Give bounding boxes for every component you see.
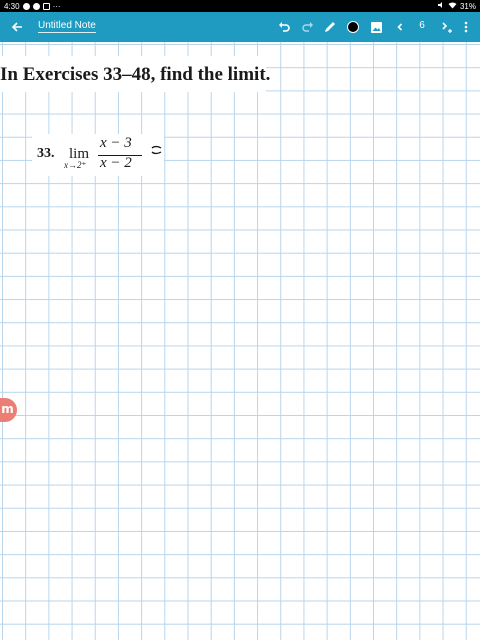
battery-level: 31% bbox=[459, 1, 476, 11]
fraction-numerator: x − 3 bbox=[100, 135, 132, 151]
note-canvas[interactable] bbox=[0, 42, 480, 640]
limit-subscript: x→2⁺ bbox=[64, 160, 87, 170]
status-left: 4:30 ··· bbox=[4, 2, 61, 11]
redo-icon[interactable] bbox=[300, 19, 316, 35]
note-title[interactable]: Untitled Note bbox=[38, 20, 96, 33]
handwritten-equals-stroke bbox=[150, 143, 164, 157]
pen-icon[interactable] bbox=[322, 19, 338, 35]
exercise-number: 33. bbox=[37, 146, 55, 161]
undo-icon[interactable] bbox=[276, 19, 292, 35]
status-time: 4:30 bbox=[4, 1, 20, 11]
more-vert-icon[interactable] bbox=[458, 19, 474, 35]
app-toolbar: Untitled Note 6 bbox=[0, 12, 480, 42]
pen-color-swatch bbox=[347, 21, 359, 33]
color-dot-icon[interactable] bbox=[345, 19, 361, 35]
back-arrow-icon[interactable] bbox=[9, 19, 25, 35]
status-bar: 4:30 ··· 31% bbox=[0, 0, 480, 12]
page-number: 6 bbox=[419, 20, 425, 31]
exercise-heading: In Exercises 33–48, find the limit. bbox=[0, 64, 271, 85]
chevron-left-icon[interactable] bbox=[392, 19, 408, 35]
gallery-notification-icon bbox=[42, 2, 50, 10]
notification-icon bbox=[32, 2, 40, 10]
mute-icon bbox=[437, 1, 445, 11]
chevron-right-add-icon[interactable] bbox=[438, 19, 454, 35]
wifi-icon bbox=[448, 1, 457, 11]
status-extra: ··· bbox=[52, 1, 61, 11]
notification-icon bbox=[22, 2, 30, 10]
image-icon[interactable] bbox=[368, 19, 384, 35]
fraction-denominator: x − 2 bbox=[100, 155, 132, 171]
status-right: 31% bbox=[437, 1, 476, 11]
